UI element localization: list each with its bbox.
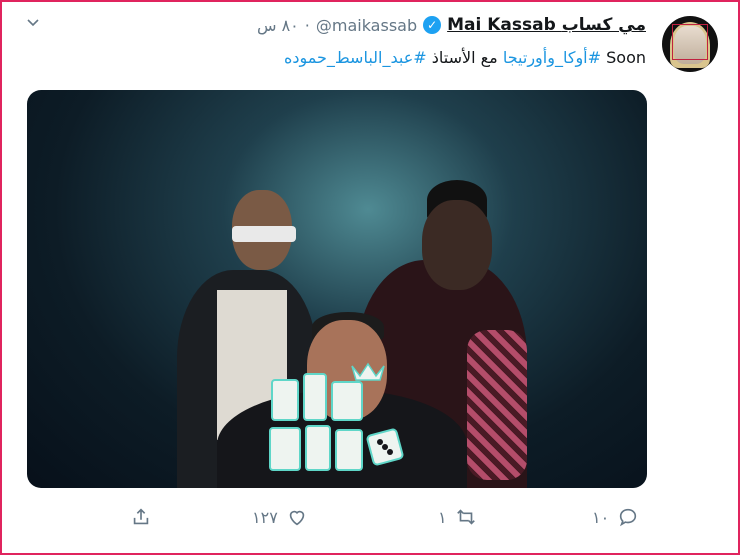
text-middle: مع الأستاذ <box>431 48 498 67</box>
retweet-button[interactable]: ١ <box>438 506 477 528</box>
like-button[interactable]: ١٢٧ <box>252 506 308 528</box>
handle[interactable]: @maikassab <box>316 16 417 35</box>
display-name[interactable]: Mai Kassab مي كساب <box>447 15 646 35</box>
separator-dot: · <box>304 15 310 35</box>
like-count: ١٢٧ <box>252 507 278 527</box>
hashtag-link[interactable]: #أوكا_وأورتيجا <box>503 48 601 67</box>
hashtag-link[interactable]: #عبد_الباسط_حموده <box>284 48 427 67</box>
share-icon <box>133 508 149 525</box>
timestamp[interactable]: ٨٠ س <box>257 16 299 35</box>
chevron-down-icon[interactable] <box>26 16 40 30</box>
text-prefix: Soon <box>606 48 646 67</box>
avatar[interactable] <box>662 16 718 72</box>
tweet-text: Soon #أوكا_وأورتيجا مع الأستاذ #عبد_البا… <box>284 48 646 67</box>
tweet-actions: ١٠ ١ ١٢٧ <box>2 502 740 538</box>
share-button[interactable] <box>130 506 152 528</box>
verified-icon: ✓ <box>423 16 442 34</box>
retweet-icon <box>456 509 475 525</box>
reply-count: ١٠ <box>592 507 610 527</box>
tweet-header: Mai Kassab مي كساب ✓ @maikassab · ٨٠ س <box>257 14 646 36</box>
tweet-media-image[interactable] <box>27 90 647 488</box>
movie-title-logo <box>269 362 404 471</box>
retweet-count: ١ <box>438 507 447 527</box>
reply-button[interactable]: ١٠ <box>592 506 639 528</box>
like-icon <box>289 510 305 526</box>
screenshot-frame: Mai Kassab مي كساب ✓ @maikassab · ٨٠ س S… <box>0 0 740 555</box>
reply-icon <box>620 508 637 527</box>
